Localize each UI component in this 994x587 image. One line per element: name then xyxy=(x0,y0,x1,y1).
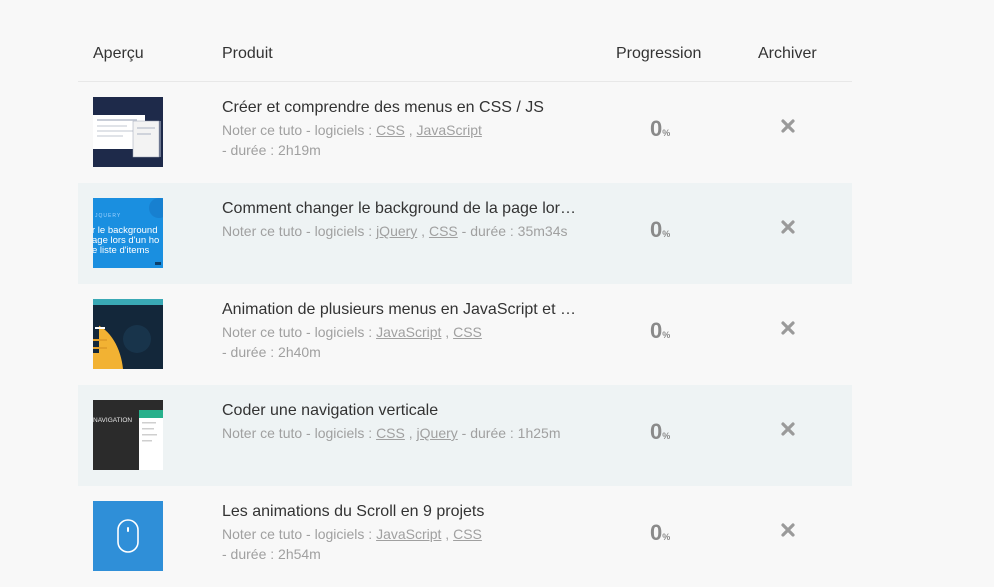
course-duration: - durée : 2h40m xyxy=(222,344,321,360)
progress-value: 0% xyxy=(650,318,671,343)
course-title[interactable]: Les animations du Scroll en 9 projets xyxy=(222,502,582,522)
course-thumbnail[interactable] xyxy=(93,501,163,571)
close-icon[interactable] xyxy=(780,118,796,134)
progress-value: 0% xyxy=(650,520,671,545)
progress-value: 0% xyxy=(650,419,671,444)
course-title[interactable]: Comment changer le background de la page… xyxy=(222,199,582,219)
header-product: Produit xyxy=(222,45,273,62)
software-link-javascript[interactable]: JavaScript xyxy=(376,324,441,340)
software-link-css[interactable]: CSS xyxy=(429,223,458,239)
close-icon[interactable] xyxy=(780,421,796,437)
table-row: Créer et comprendre des menus en CSS / J… xyxy=(78,82,852,183)
course-duration: - durée : 1h25m xyxy=(461,425,561,441)
course-thumbnail[interactable]: JQUERY r le background age lors d'un ho … xyxy=(93,198,163,268)
thumb-kicker: JQUERY xyxy=(95,213,121,219)
course-duration: - durée : 35m34s xyxy=(461,223,568,239)
course-thumbnail[interactable]: NAVIGATION xyxy=(93,400,163,470)
thumb-label: NAVIGATION xyxy=(93,417,132,424)
table-row: NAVIGATION Coder une navigation vertical… xyxy=(78,385,852,486)
close-icon[interactable] xyxy=(780,219,796,235)
course-meta: Noter ce tuto - logiciels : CSS , JavaSc… xyxy=(222,122,482,158)
software-link-javascript[interactable]: JavaScript xyxy=(376,526,441,542)
course-thumbnail[interactable] xyxy=(93,299,163,369)
courses-table: Aperçu Produit Progression Archiver Crée… xyxy=(78,28,852,587)
close-icon[interactable] xyxy=(780,320,796,336)
table-header: Aperçu Produit Progression Archiver xyxy=(78,28,852,82)
course-meta: Noter ce tuto - logiciels : JavaScript ,… xyxy=(222,526,482,562)
course-meta: Noter ce tuto - logiciels : CSS , jQuery… xyxy=(222,425,561,441)
progress-value: 0% xyxy=(650,217,671,242)
table-row: Les animations du Scroll en 9 projets No… xyxy=(78,486,852,587)
table-row: JQUERY r le background age lors d'un ho … xyxy=(78,183,852,284)
software-link-jquery[interactable]: jQuery xyxy=(376,223,417,239)
software-link-css[interactable]: CSS xyxy=(453,526,482,542)
header-progress: Progression xyxy=(616,45,702,62)
progress-value: 0% xyxy=(650,116,671,141)
table-row: Animation de plusieurs menus en JavaScri… xyxy=(78,284,852,385)
course-title[interactable]: Coder une navigation verticale xyxy=(222,401,582,421)
course-duration: - durée : 2h19m xyxy=(222,142,321,158)
header-archive: Archiver xyxy=(758,45,817,62)
course-duration: - durée : 2h54m xyxy=(222,546,321,562)
close-icon[interactable] xyxy=(780,522,796,538)
course-meta: Noter ce tuto - logiciels : jQuery , CSS… xyxy=(222,223,568,239)
course-meta: Noter ce tuto - logiciels : JavaScript ,… xyxy=(222,324,482,360)
header-preview: Aperçu xyxy=(93,45,144,62)
software-link-javascript[interactable]: JavaScript xyxy=(417,122,482,138)
course-title[interactable]: Créer et comprendre des menus en CSS / J… xyxy=(222,98,582,118)
thumb-line: e liste d'items xyxy=(93,245,150,256)
course-title[interactable]: Animation de plusieurs menus en JavaScri… xyxy=(222,300,582,320)
software-link-css[interactable]: CSS xyxy=(376,122,405,138)
software-link-jquery[interactable]: jQuery xyxy=(417,425,458,441)
software-link-css[interactable]: CSS xyxy=(376,425,405,441)
software-link-css[interactable]: CSS xyxy=(453,324,482,340)
course-thumbnail[interactable] xyxy=(93,97,163,167)
